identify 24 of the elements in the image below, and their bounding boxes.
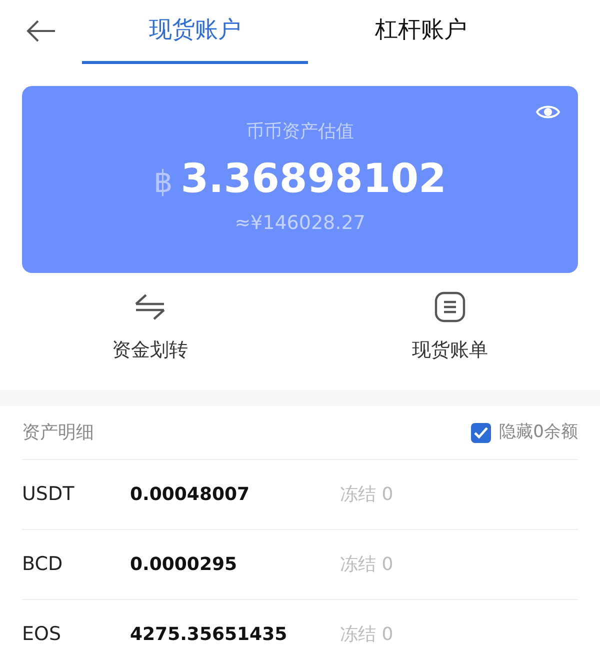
back-icon[interactable] <box>26 20 56 42</box>
coin-name: EOS <box>22 622 62 648</box>
tab[interactable]: 现货账户 <box>82 0 308 64</box>
action-link[interactable]: 资金划转 <box>112 336 188 364</box>
checkbox[interactable] <box>471 422 492 442</box>
coin-name: BCD <box>22 552 64 578</box>
fiat-value: ≈¥146028.27 <box>234 211 366 236</box>
section-title: 资产明细 <box>22 421 94 445</box>
swap-arrows-icon <box>134 293 166 321</box>
asset-amount: 0.0000295 <box>130 553 238 577</box>
eye-icon[interactable] <box>536 104 560 120</box>
frozen-amount: 冻结 0 <box>340 553 394 577</box>
card-title: 币币资产估值 <box>246 120 354 144</box>
currency-symbol: ฿ <box>154 164 173 202</box>
asset-amount: 4275.35651435 <box>130 623 288 647</box>
balance-amount: 3.36898102 <box>180 155 446 203</box>
tab[interactable]: 杠杆账户 <box>308 0 534 64</box>
action-link[interactable]: 现货账单 <box>412 336 488 364</box>
coin-name: USDT <box>22 482 76 508</box>
frozen-amount: 冻结 0 <box>340 623 394 647</box>
frozen-amount: 冻结 0 <box>340 483 394 507</box>
checkbox-label[interactable]: 隐藏0余额 <box>499 420 578 446</box>
asset-amount: 0.00048007 <box>130 483 251 507</box>
list-icon <box>434 291 466 323</box>
